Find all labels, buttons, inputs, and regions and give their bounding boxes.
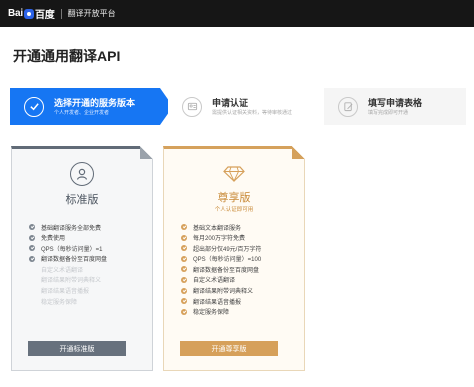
feature-label: 稳定服务保障 (193, 310, 230, 317)
user-icon (70, 162, 94, 186)
feature-label: 翻译结果附带词典释义 (193, 289, 254, 296)
check-icon (181, 255, 187, 262)
feature-item: 基础文本翻译服务 (181, 222, 261, 232)
paw-icon (23, 8, 34, 19)
feature-label: 翻译结果语音播报 (41, 289, 90, 296)
feature-item: 翻译结果语音播报 (181, 296, 261, 306)
baidu-logo[interactable]: Bai 百度 (8, 6, 55, 21)
check-icon (181, 276, 187, 283)
header-divider (60, 8, 62, 19)
step-certify: 申请认证 需提供认证相关资料，等待审核通过 (168, 88, 326, 125)
check-icon (181, 308, 187, 315)
check-icon (29, 288, 35, 294)
feature-label: 自定义术语翻译 (41, 267, 84, 274)
step-title: 选择开通的服务版本 (54, 97, 136, 108)
check-icon (29, 234, 35, 241)
plan-card-premium: 尊享版 个人认证即可用 基础文本翻译服务 每月200万字符免费超出部分仅49元/百… (163, 146, 305, 371)
check-icon (181, 266, 187, 273)
step-subtitle: 需提供认证相关资料，等待审核通过 (212, 109, 293, 116)
card-corner-fold (292, 146, 305, 159)
feature-item: 自定义术语翻译 (29, 264, 107, 274)
progress-steps: 选择开通的服务版本 个人开发者、企业开发者 申请认证 需提供认证相关资料，等待审… (10, 88, 466, 125)
feature-label: 超出部分仅49元/百万字符 (193, 246, 262, 253)
check-icon (181, 298, 187, 305)
feature-label: 免费使用 (41, 236, 66, 243)
feature-item: 基础翻译服务全部免费 (29, 222, 107, 232)
feature-item: 翻译结果附带词典释义 (181, 286, 261, 296)
plan-subtitle: 个人认证即可用 (214, 207, 254, 213)
feature-item: 翻译结果附带词典释义 (29, 275, 107, 285)
check-icon (29, 255, 35, 262)
plan-card-standard: 标准版 基础翻译服务全部免费 免费使用 QPS（每秒访问量）=1 翻译数据备份至百度网… (11, 146, 153, 371)
check-icon (29, 224, 35, 230)
check-icon (29, 298, 35, 304)
check-icon (181, 234, 187, 241)
top-bar: Bai 百度 翻译开放平台 (0, 0, 474, 27)
check-icon (181, 245, 187, 252)
feature-item: 翻译结果语音播报 (29, 286, 107, 296)
step-select-version: 选择开通的服务版本 个人开发者、企业开发者 (10, 88, 173, 125)
activate-standard-button[interactable]: 开通标准版 (28, 341, 126, 356)
edit-form-icon (338, 96, 358, 117)
step-title: 填写申请表格 (368, 97, 423, 108)
plan-name: 尊享版 (217, 192, 251, 204)
logo-text-left: Bai (8, 8, 23, 19)
feature-label: 翻译结果附带词典释义 (41, 278, 102, 285)
feature-label: 稳定服务保障 (41, 299, 78, 306)
feature-item: 翻译数据备份至百度网盘 (181, 264, 261, 274)
feature-item: 稳定服务保障 (181, 307, 261, 317)
id-card-icon (182, 96, 202, 117)
activate-premium-button[interactable]: 开通尊享版 (180, 341, 278, 356)
check-icon (29, 245, 35, 252)
feature-label: QPS（每秒访问量）=100 (193, 257, 262, 264)
card-corner-fold (140, 146, 153, 159)
feature-list: 基础翻译服务全部免费 免费使用 QPS（每秒访问量）=1 翻译数据备份至百度网盘 自定义… (29, 222, 107, 307)
page-title: 开通通用翻译API (13, 48, 121, 64)
feature-item: 翻译数据备份至百度网盘 (29, 254, 107, 264)
diamond-icon (222, 162, 246, 186)
feature-label: 翻译结果语音播报 (193, 299, 242, 306)
feature-item: 稳定服务保障 (29, 296, 107, 306)
check-circle-icon (24, 96, 44, 117)
step-fill-form: 填写申请表格 填写完成即可开通 (324, 88, 466, 125)
check-icon (29, 277, 35, 283)
feature-list: 基础文本翻译服务 每月200万字符免费超出部分仅49元/百万字符 QPS（每秒访问量… (181, 222, 261, 317)
platform-title[interactable]: 翻译开放平台 (68, 8, 116, 19)
feature-label: QPS（每秒访问量）=1 (41, 246, 103, 253)
feature-label: 自定义术语翻译 (193, 278, 236, 285)
feature-label: 翻译数据备份至百度网盘 (41, 257, 108, 264)
feature-item: 超出部分仅49元/百万字符 (181, 243, 261, 253)
check-icon (181, 287, 187, 294)
feature-label: 基础翻译服务全部免费 (41, 225, 102, 232)
step-subtitle: 填写完成即可开通 (368, 109, 409, 116)
feature-item: 每月200万字符免费 (181, 233, 261, 243)
check-icon (29, 266, 35, 272)
feature-label: 每月200万字符免费 (193, 236, 246, 243)
feature-label: 翻译数据备份至百度网盘 (193, 267, 260, 274)
step-title: 申请认证 (212, 97, 249, 108)
feature-item: QPS（每秒访问量）=1 (29, 243, 107, 253)
feature-item: QPS（每秒访问量）=100 (181, 254, 261, 264)
feature-label: 基础文本翻译服务 (193, 225, 242, 232)
feature-item: 自定义术语翻译 (181, 275, 261, 285)
logo-text-right: 百度 (34, 10, 55, 21)
step-subtitle: 个人开发者、企业开发者 (54, 109, 110, 116)
plan-name: 标准版 (65, 194, 99, 206)
feature-item: 免费使用 (29, 233, 107, 243)
check-icon (181, 224, 187, 230)
